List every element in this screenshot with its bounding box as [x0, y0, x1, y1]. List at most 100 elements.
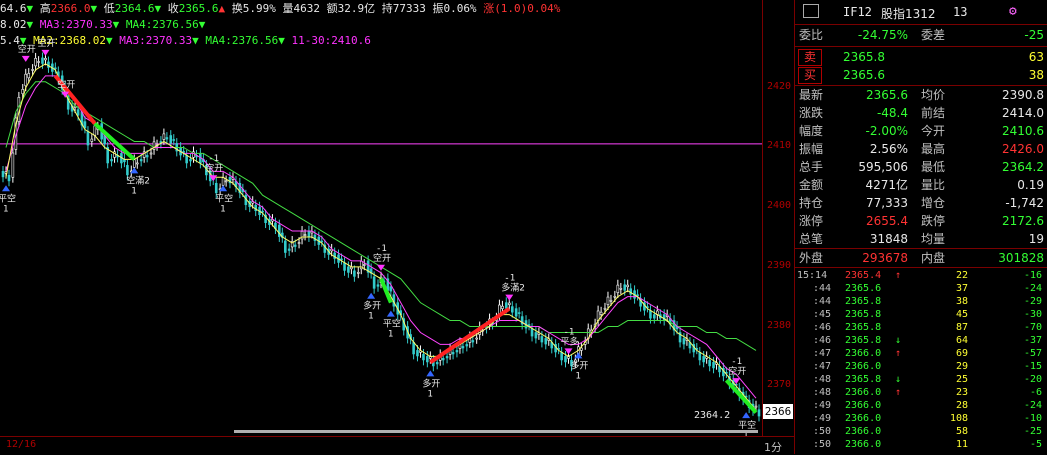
candle-body: [165, 137, 169, 140]
weicha-value: -25: [1024, 28, 1044, 42]
outer-volume: 293678: [862, 251, 908, 265]
candle-body: [21, 89, 25, 95]
quote-value: 595,506: [858, 160, 908, 174]
time-axis-bar: 12/16 1分: [0, 436, 794, 455]
signal-label: 平空: [0, 192, 16, 204]
panel-title-bar: IF12 股指1312 13 ⚙: [795, 0, 1047, 24]
window-icon[interactable]: [803, 4, 819, 18]
tick-volume: 45: [955, 309, 968, 320]
contract-name: 股指1312: [881, 7, 936, 21]
table-row[interactable]: :46 2365.8 ↓ 64 -37: [795, 334, 1047, 347]
quote-row: 涨停 2655.4 跌停 2172.6: [795, 212, 1047, 230]
quote-value: 2655.4: [866, 214, 908, 228]
quote-label: 振幅: [799, 142, 824, 156]
tick-price: 2365.8: [845, 309, 882, 320]
tick-price: 2365.6: [845, 283, 882, 294]
tick-price: 2365.8: [845, 374, 882, 385]
table-row[interactable]: :47 2366.0 29 -15: [795, 360, 1047, 373]
tick-volume: 38: [955, 296, 968, 307]
table-row[interactable]: :49 2366.0 28 -24: [795, 399, 1047, 412]
candle-body: [540, 336, 544, 343]
quote-value: -48.4: [876, 106, 908, 120]
quote-value: 77,333: [866, 196, 908, 210]
candlestick-plot[interactable]: 空开空开空开平空1空滿21空开-1平空1空开-1多开1平空1多开1多滿2-1平多…: [0, 0, 762, 436]
settings-icon[interactable]: ⚙: [1009, 4, 1017, 19]
candle-body: [471, 340, 475, 343]
candle-body: [24, 73, 28, 87]
tick-time: :48: [813, 387, 832, 398]
candle-body: [132, 159, 136, 168]
table-row[interactable]: :45 2365.8 45 -30: [795, 308, 1047, 321]
candle-body: [221, 177, 225, 186]
direction-arrow-icon: ↑: [895, 270, 902, 281]
last-price-marker: 2366: [763, 404, 793, 420]
quote-value: 19: [1028, 232, 1044, 246]
table-row[interactable]: :44 2365.8 38 -29: [795, 295, 1047, 308]
scrollbar-track: [234, 430, 758, 433]
weibi-value: -24.75%: [857, 28, 908, 42]
signal-minus: -1: [731, 357, 742, 367]
signal-count: 1: [3, 204, 8, 214]
candle-body: [145, 155, 149, 158]
ask-row[interactable]: 卖 2365.8 63: [795, 48, 1047, 66]
tick-volume: 28: [955, 400, 968, 411]
quote-value: 2390.8: [1002, 88, 1044, 102]
candle-body: [445, 356, 449, 359]
quote-value: 31848: [869, 232, 908, 246]
candle-body: [110, 159, 113, 162]
direction-arrow-icon: ↓: [895, 335, 902, 346]
candle-body: [149, 152, 153, 155]
candle-body: [139, 159, 143, 162]
bid-volume: 38: [1028, 68, 1044, 82]
tick-volume: 11: [955, 439, 968, 450]
direction-arrow-icon: ↓: [895, 374, 902, 385]
table-row[interactable]: 15:14 2365.4 ↑ 22 -16: [795, 269, 1047, 282]
kline-chart[interactable]: 64.6▼ 高2366.0▼ 低2364.6▼ 收2365.6▲ 换5.99% …: [0, 0, 762, 436]
candle-body: [429, 356, 432, 359]
quote-value: -1,742: [1005, 196, 1044, 210]
bid-price: 2365.6: [843, 68, 885, 82]
table-row[interactable]: :47 2366.0 ↑ 69 -57: [795, 347, 1047, 360]
signal-label: 多开: [363, 300, 381, 312]
candle-body: [754, 405, 758, 408]
signal-label: 平空: [383, 318, 401, 330]
candle-body: [504, 302, 508, 309]
trend-segment: [429, 306, 511, 364]
period-selector[interactable]: 1分: [764, 439, 782, 455]
table-row[interactable]: :46 2365.8 87 -70: [795, 321, 1047, 334]
candle-body: [83, 121, 87, 129]
candle-body: [702, 356, 705, 363]
candle-body: [416, 350, 419, 357]
quote-label: 增仓: [921, 196, 946, 210]
candle-body: [441, 358, 445, 361]
candle-body: [708, 360, 711, 367]
candle-body: [623, 284, 627, 291]
table-row[interactable]: :48 2366.0 ↑ 23 -6: [795, 386, 1047, 399]
table-row[interactable]: :48 2365.8 ↓ 25 -20: [795, 373, 1047, 386]
quote-row: 幅度 -2.00% 今开 2410.6: [795, 122, 1047, 140]
table-row[interactable]: :49 2366.0 108 -10: [795, 412, 1047, 425]
sell-label: 卖: [798, 49, 822, 66]
tick-price: 2366.0: [845, 426, 882, 437]
candle-body: [169, 135, 173, 144]
candle-body: [609, 299, 613, 302]
tick-time: :50: [813, 439, 832, 450]
candle-body: [560, 352, 563, 361]
quote-panel: IF12 股指1312 13 ⚙ 委比 -24.75% 委差 -25 卖 236…: [794, 0, 1047, 454]
candle-body: [682, 338, 686, 345]
table-row[interactable]: :50 2366.0 11 -5: [795, 438, 1047, 451]
table-row[interactable]: :50 2366.0 58 -25: [795, 425, 1047, 438]
candle-body: [606, 296, 610, 305]
tick-time: :44: [813, 283, 832, 294]
signal-label: 平空: [215, 192, 233, 204]
candle-body: [530, 328, 534, 337]
bid-row[interactable]: 买 2365.6 38: [795, 66, 1047, 84]
signal-label: 多开: [422, 377, 440, 389]
candle-body: [37, 61, 40, 63]
ask-price: 2365.8: [843, 50, 885, 64]
quote-label: 量比: [921, 178, 946, 192]
tick-oi-change: -30: [1023, 309, 1042, 320]
table-row[interactable]: :44 2365.6 37 -24: [795, 282, 1047, 295]
quote-value: 2172.6: [1002, 214, 1044, 228]
y-tick-label: 2410: [767, 140, 792, 152]
